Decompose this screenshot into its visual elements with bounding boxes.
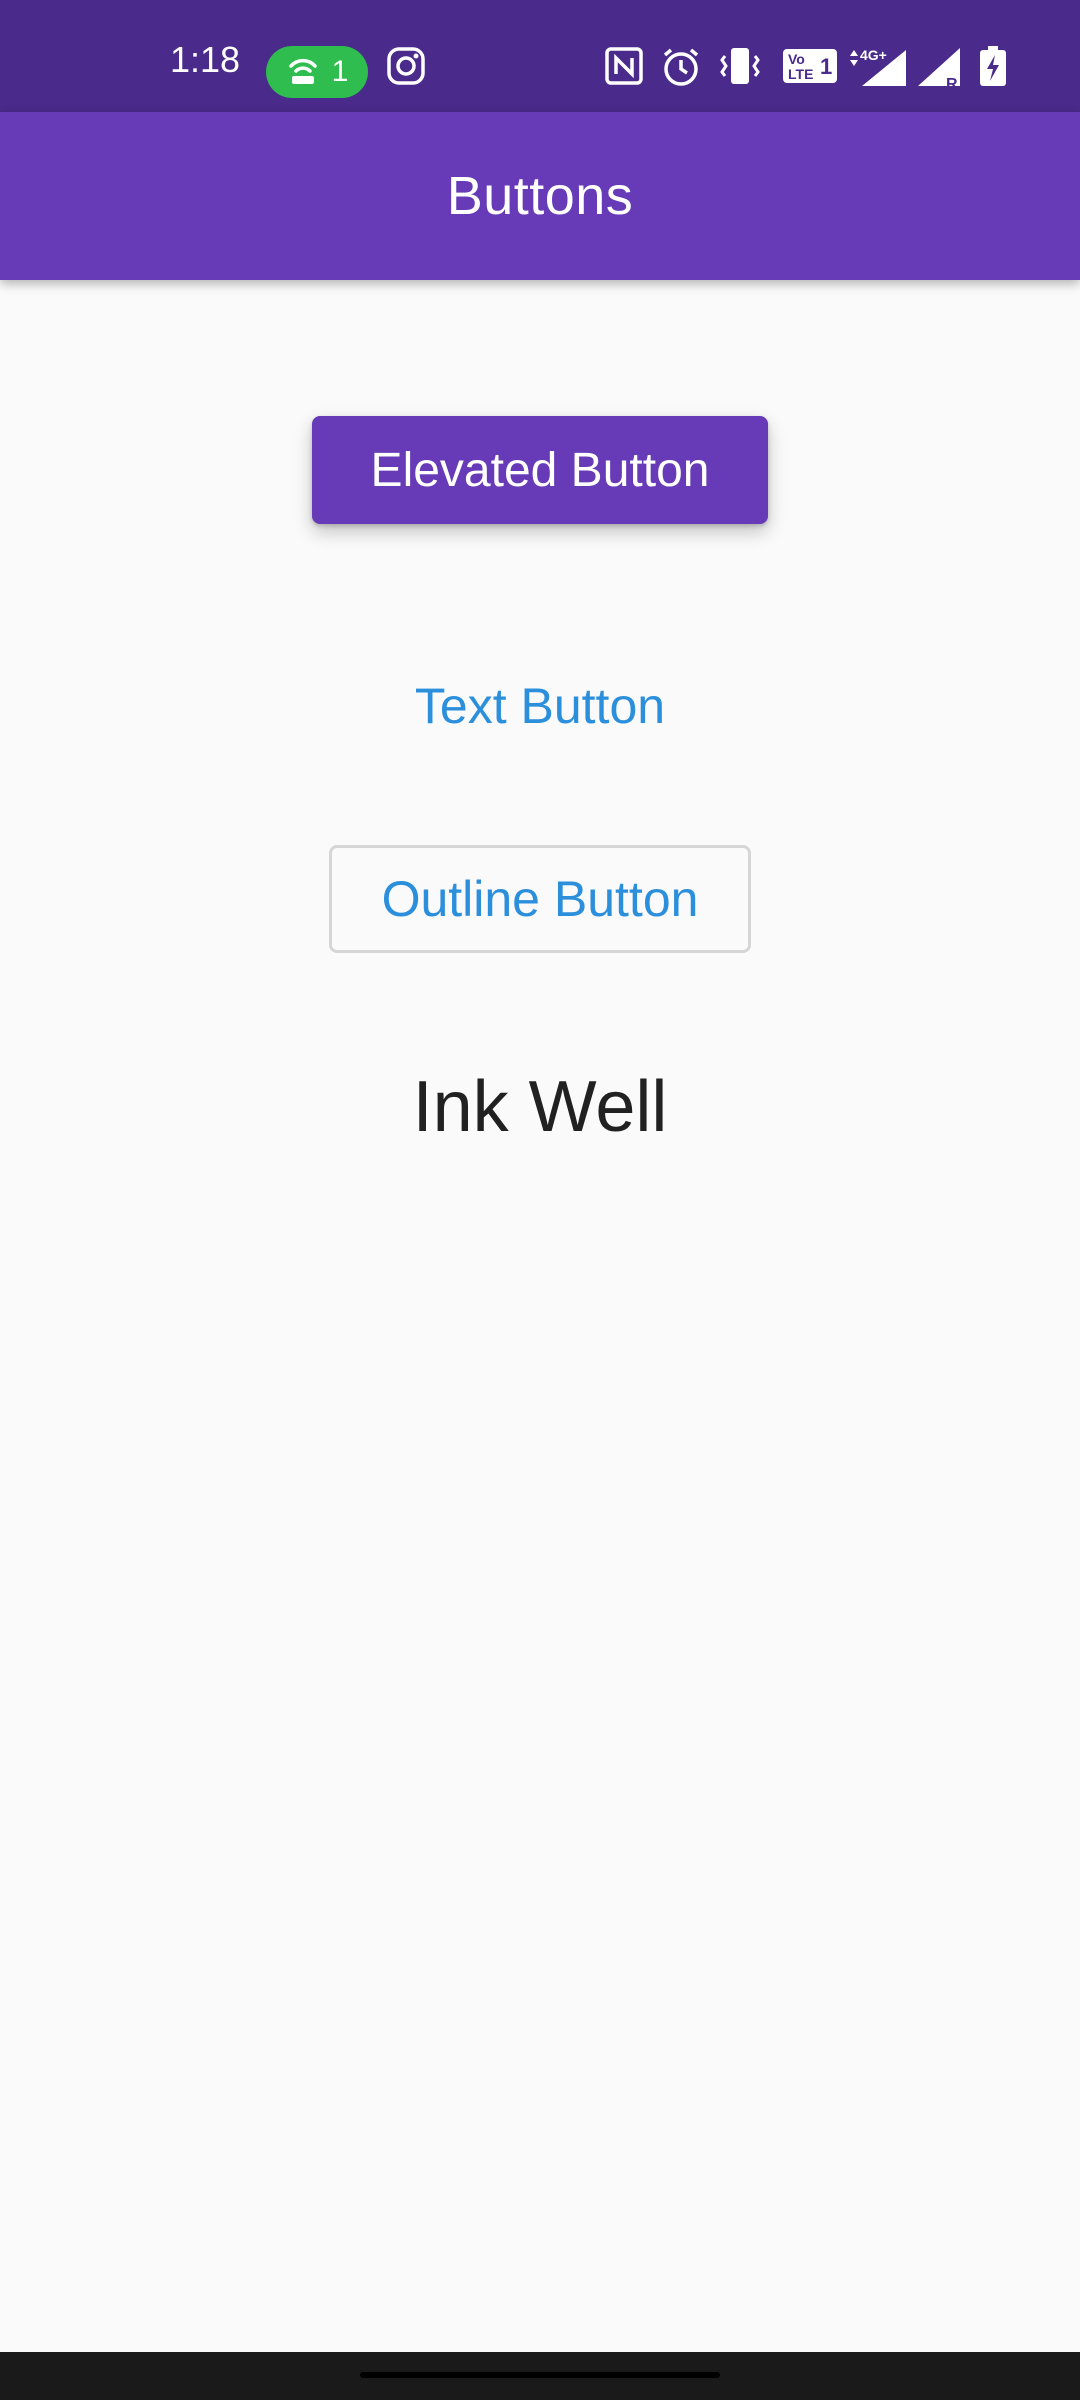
- elevated-button[interactable]: Elevated Button: [312, 416, 768, 524]
- gesture-handle[interactable]: [360, 2372, 720, 2378]
- svg-text:4G+: 4G+: [860, 47, 887, 63]
- outline-button[interactable]: Outline Button: [329, 845, 751, 953]
- svg-text:R: R: [946, 76, 958, 90]
- hotspot-indicator[interactable]: 1: [266, 46, 368, 98]
- page-title: Buttons: [446, 166, 634, 226]
- ink-well-button[interactable]: Ink Well: [340, 1052, 740, 1162]
- navigation-bar: [0, 2352, 1080, 2400]
- 4g-data-icon: 4G+: [846, 46, 908, 88]
- alarm-icon: [660, 46, 702, 88]
- svg-text:1: 1: [820, 54, 832, 79]
- hotspot-icon: [286, 54, 320, 91]
- instagram-icon: [386, 46, 426, 86]
- app-bar: Buttons: [0, 112, 1080, 280]
- svg-text:LTE: LTE: [788, 66, 813, 82]
- roaming-signal-icon: R: [916, 46, 964, 90]
- svg-text:Vo: Vo: [788, 51, 805, 67]
- screen: 1:18 1 Vo LTE 1 4G+ R Buttons Elevated B…: [0, 0, 1080, 2400]
- nfc-icon: [604, 46, 644, 86]
- status-time: 1:18: [170, 39, 241, 80]
- hotspot-count: 1: [331, 55, 349, 88]
- vibrate-icon: [718, 46, 762, 86]
- status-bar: 1:18 1 Vo LTE 1 4G+ R: [0, 0, 1080, 112]
- text-button[interactable]: Text Button: [380, 664, 700, 748]
- battery-charging-icon: [978, 46, 1008, 88]
- volte-icon: Vo LTE 1: [782, 46, 838, 86]
